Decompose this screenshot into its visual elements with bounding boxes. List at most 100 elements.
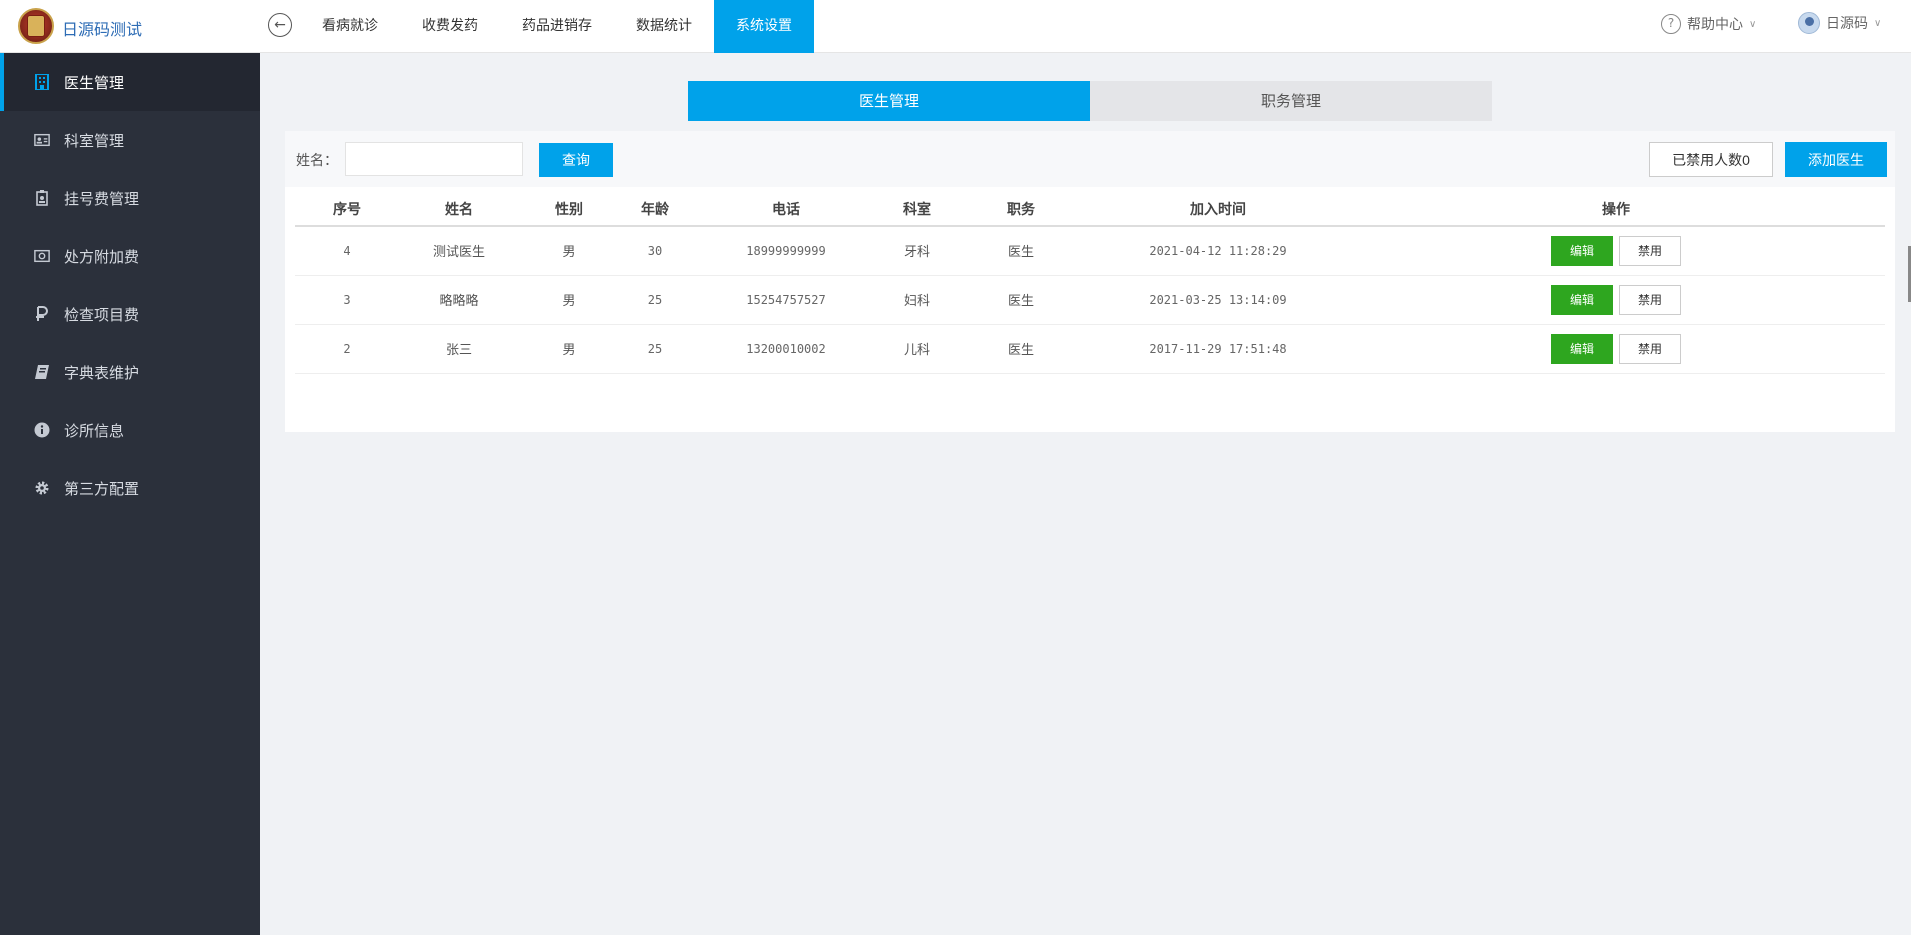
- ban-button[interactable]: 禁用: [1619, 284, 1681, 315]
- name-label: 姓名：: [296, 153, 338, 169]
- cell-department: 儿科: [881, 324, 953, 374]
- sidebar-item-department-management[interactable]: 科室管理: [0, 111, 260, 169]
- id-card-icon: [34, 132, 50, 148]
- main-nav: 看病就诊 收费发药 药品进销存 数据统计 系统设置: [300, 0, 814, 53]
- doctor-panel: 姓名： 查询 已禁用人数0 添加医生 序号 姓名 性别 年龄 电话 科室 职务 …: [285, 131, 1895, 432]
- column-header-department: 科室: [881, 199, 953, 227]
- sidebar-item-clinic-info[interactable]: 诊所信息: [0, 401, 260, 459]
- cell-gender: 男: [519, 275, 619, 325]
- user-menu[interactable]: 日源码 ∨: [1798, 11, 1881, 35]
- sidebar-item-label: 挂号费管理: [64, 189, 140, 208]
- sidebar-item-third-party-config[interactable]: 第三方配置: [0, 459, 260, 517]
- gear-icon: [34, 480, 50, 496]
- cell-age: 25: [619, 324, 691, 374]
- query-button[interactable]: 查询: [539, 143, 613, 177]
- cell-role: 医生: [953, 275, 1089, 325]
- edit-button[interactable]: 编辑: [1551, 235, 1613, 266]
- cell-phone: 15254757527: [691, 275, 881, 325]
- cell-actions: 编辑 禁用: [1347, 324, 1885, 374]
- app-title: 日源码测试: [62, 20, 143, 39]
- name-search-input[interactable]: [345, 142, 523, 176]
- cell-joined: 2021-03-25 13:14:09: [1089, 275, 1347, 325]
- sidebar-item-exam-fee[interactable]: 检查项目费: [0, 285, 260, 343]
- sidebar: 医生管理 科室管理 挂号费管理 处方附加费 检查项目费 字典表维护 诊所信息 第…: [0, 53, 260, 935]
- cell-age: 25: [619, 275, 691, 325]
- cell-age: 30: [619, 226, 691, 276]
- cell-name: 张三: [399, 324, 519, 374]
- building-icon: [34, 74, 50, 90]
- tab-bar: 医生管理 职务管理: [688, 81, 1492, 121]
- table-row: 4 测试医生 男 30 18999999999 牙科 医生 2021-04-12…: [295, 226, 1885, 276]
- table-row: 3 略略略 男 25 15254757527 妇科 医生 2021-03-25 …: [295, 275, 1885, 325]
- info-icon: [34, 422, 50, 438]
- cell-role: 医生: [953, 324, 1089, 374]
- sidebar-item-label: 医生管理: [64, 73, 125, 92]
- ban-button[interactable]: 禁用: [1619, 333, 1681, 364]
- column-header-phone: 电话: [691, 199, 881, 227]
- sidebar-item-registration-fee[interactable]: 挂号费管理: [0, 169, 260, 227]
- column-header-name: 姓名: [399, 199, 519, 227]
- question-icon: ?: [1661, 14, 1681, 34]
- chevron-down-icon: ∨: [1874, 17, 1882, 29]
- currency-icon: [34, 306, 50, 322]
- sidebar-item-dictionary-maintenance[interactable]: 字典表维护: [0, 343, 260, 401]
- cell-actions: 编辑 禁用: [1347, 226, 1885, 276]
- column-header-joined: 加入时间: [1089, 199, 1347, 227]
- sidebar-item-doctor-management[interactable]: 医生管理: [0, 53, 260, 111]
- cell-gender: 男: [519, 226, 619, 276]
- nav-item-consultation[interactable]: 看病就诊: [300, 0, 400, 53]
- nav-item-system-settings[interactable]: 系统设置: [714, 0, 814, 53]
- column-header-role: 职务: [953, 199, 1089, 227]
- avatar: [1798, 12, 1820, 34]
- cell-no: 2: [295, 324, 399, 374]
- cell-no: 3: [295, 275, 399, 325]
- nav-item-charge-dispense[interactable]: 收费发药: [400, 0, 500, 53]
- cell-gender: 男: [519, 324, 619, 374]
- sidebar-item-label: 诊所信息: [64, 421, 125, 440]
- edit-button[interactable]: 编辑: [1551, 284, 1613, 315]
- book-icon: [34, 364, 50, 380]
- table-row: 2 张三 男 25 13200010002 儿科 医生 2017-11-29 1…: [295, 324, 1885, 374]
- tab-doctor-management[interactable]: 医生管理: [688, 81, 1090, 121]
- sidebar-item-label: 科室管理: [64, 131, 125, 150]
- main-content: 医生管理 职务管理 姓名： 查询 已禁用人数0 添加医生 序号 姓名 性别 年龄…: [260, 53, 1911, 935]
- cell-joined: 2021-04-12 11:28:29: [1089, 226, 1347, 276]
- edit-button[interactable]: 编辑: [1551, 333, 1613, 364]
- help-center-menu[interactable]: ? 帮助中心 ∨: [1661, 12, 1756, 36]
- clinic-logo: [18, 8, 54, 44]
- nav-item-statistics[interactable]: 数据统计: [614, 0, 714, 53]
- cell-name: 测试医生: [399, 226, 519, 276]
- table-header-row: 序号 姓名 性别 年龄 电话 科室 职务 加入时间 操作: [295, 199, 1885, 227]
- column-header-no: 序号: [295, 199, 399, 227]
- chevron-down-icon: ∨: [1749, 18, 1757, 30]
- cell-phone: 13200010002: [691, 324, 881, 374]
- ban-button[interactable]: 禁用: [1619, 235, 1681, 266]
- nav-item-inventory[interactable]: 药品进销存: [500, 0, 614, 53]
- tab-position-management[interactable]: 职务管理: [1090, 81, 1492, 121]
- column-header-age: 年龄: [619, 199, 691, 227]
- cell-department: 妇科: [881, 275, 953, 325]
- cell-phone: 18999999999: [691, 226, 881, 276]
- search-toolbar: 姓名： 查询 已禁用人数0 添加医生: [285, 131, 1895, 187]
- user-name: 日源码: [1826, 16, 1868, 32]
- sidebar-item-label: 检查项目费: [64, 305, 140, 324]
- badge-icon: [34, 190, 50, 206]
- cell-actions: 编辑 禁用: [1347, 275, 1885, 325]
- cell-department: 牙科: [881, 226, 953, 276]
- add-doctor-button[interactable]: 添加医生: [1785, 142, 1887, 177]
- money-icon: [34, 248, 50, 264]
- disabled-count-button[interactable]: 已禁用人数0: [1649, 142, 1773, 177]
- back-arrow-icon[interactable]: ←: [268, 13, 292, 37]
- cell-name: 略略略: [399, 275, 519, 325]
- sidebar-item-label: 第三方配置: [64, 479, 140, 498]
- column-header-actions: 操作: [1347, 199, 1885, 227]
- cell-role: 医生: [953, 226, 1089, 276]
- sidebar-item-label: 字典表维护: [64, 363, 140, 382]
- help-center-label: 帮助中心: [1687, 17, 1743, 33]
- cell-joined: 2017-11-29 17:51:48: [1089, 324, 1347, 374]
- cell-no: 4: [295, 226, 399, 276]
- sidebar-item-label: 处方附加费: [64, 247, 140, 266]
- sidebar-item-prescription-surcharge[interactable]: 处方附加费: [0, 227, 260, 285]
- top-bar: 日源码测试 ← 看病就诊 收费发药 药品进销存 数据统计 系统设置 ? 帮助中心…: [0, 0, 1911, 53]
- column-header-gender: 性别: [519, 199, 619, 227]
